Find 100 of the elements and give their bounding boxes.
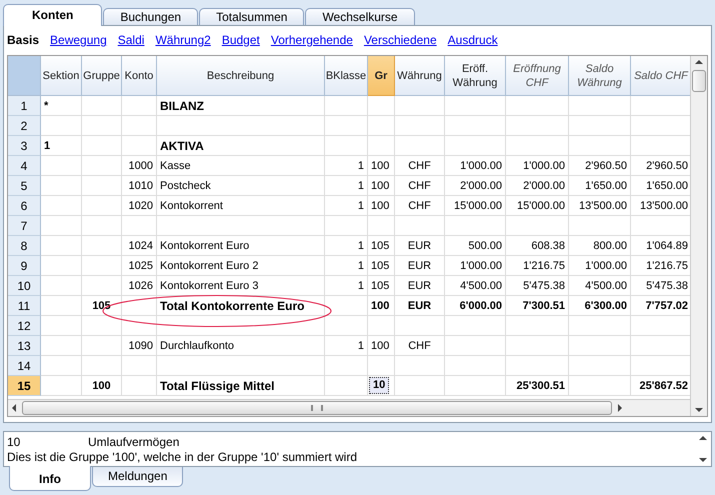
column-header[interactable]: BKlasse	[325, 56, 368, 96]
table-cell: Kontokorrent Euro	[157, 236, 325, 256]
scroll-up-icon[interactable]	[699, 436, 707, 440]
table-cell	[506, 316, 569, 336]
table-cell	[82, 316, 122, 336]
column-header[interactable]: Gr	[368, 56, 395, 96]
scroll-right-icon[interactable]	[618, 404, 622, 412]
view-link[interactable]: Verschiedene	[364, 33, 437, 47]
view-link[interactable]: Bewegung	[50, 33, 107, 47]
table-cell	[82, 176, 122, 196]
table-cell: 25'300.51	[506, 376, 569, 396]
table-cell: 1	[325, 256, 368, 276]
row-number[interactable]: 7	[8, 216, 41, 236]
table-cell: 105	[82, 296, 122, 316]
table-cell: Total Flüssige Mittel	[157, 376, 325, 396]
tab[interactable]: Buchungen	[103, 8, 198, 25]
table-cell	[41, 116, 82, 136]
column-header[interactable]: Konto	[122, 56, 157, 96]
table-cell: 500.00	[445, 236, 506, 256]
table-cell: 1024	[122, 236, 157, 256]
tab[interactable]: Wechselkurse	[305, 8, 415, 25]
column-header[interactable]: Saldo Währung	[569, 56, 631, 96]
row-number[interactable]: 5	[8, 176, 41, 196]
table-cell: 4'500.00	[569, 276, 631, 296]
table-cell	[41, 276, 82, 296]
column-header[interactable]: Eröffnung CHF	[506, 56, 569, 96]
row-number[interactable]: 14	[8, 356, 41, 376]
column-header[interactable]: Beschreibung	[157, 56, 325, 96]
group-description: Umlaufvermögen	[88, 435, 180, 450]
table-cell: Kontokorrent Euro 3	[157, 276, 325, 296]
row-number[interactable]: 3	[8, 136, 41, 156]
tab[interactable]: Meldungen	[92, 467, 184, 487]
table-cell: 2'000.00	[445, 176, 506, 196]
table-cell	[82, 276, 122, 296]
row-number[interactable]: 13	[8, 336, 41, 356]
row-number[interactable]: 6	[8, 196, 41, 216]
table-cell	[445, 96, 506, 116]
row-number[interactable]: 12	[8, 316, 41, 336]
tab[interactable]: Info	[9, 466, 91, 491]
table-cell: 1010	[122, 176, 157, 196]
view-link[interactable]: Saldi	[118, 33, 144, 47]
table-cell	[506, 96, 569, 116]
row-number[interactable]: 11	[8, 296, 41, 316]
table-cell	[82, 116, 122, 136]
column-header[interactable]: Eröff. Währung	[445, 56, 506, 96]
table-cell	[41, 376, 82, 396]
table-cell	[41, 196, 82, 216]
row-number[interactable]: 10	[8, 276, 41, 296]
row-number[interactable]: 9	[8, 256, 41, 276]
table-cell	[368, 96, 395, 116]
table-cell: Durchlaufkonto	[157, 336, 325, 356]
view-link[interactable]: Vorhergehende	[270, 33, 353, 47]
scroll-thumb[interactable]	[692, 70, 706, 92]
column-header[interactable]: Gruppe	[82, 56, 122, 96]
scroll-down-icon[interactable]	[695, 408, 703, 412]
table-cell: 1	[325, 176, 368, 196]
table-cell: Kontokorrent	[157, 196, 325, 216]
row-number[interactable]: 4	[8, 156, 41, 176]
current-cell[interactable]: 10	[369, 377, 390, 394]
table-cell: 1090	[122, 336, 157, 356]
scroll-thumb[interactable]	[22, 401, 612, 415]
view-link[interactable]: Ausdruck	[448, 33, 498, 47]
scroll-down-icon[interactable]	[699, 458, 707, 462]
row-number[interactable]: 15	[8, 376, 41, 396]
table-cell: 2'960.50	[569, 156, 631, 176]
table-cell: 1	[325, 276, 368, 296]
view-tab[interactable]: Basis	[7, 33, 40, 47]
table-cell: 1	[325, 236, 368, 256]
horizontal-scrollbar[interactable]	[8, 399, 690, 416]
table-cell: 1020	[122, 196, 157, 216]
table-cell: Kontokorrent Euro 2	[157, 256, 325, 276]
corner-cell	[8, 56, 41, 96]
row-number[interactable]: 1	[8, 96, 41, 116]
table-cell	[41, 216, 82, 236]
view-link[interactable]: Währung2	[155, 33, 211, 47]
table-cell: 1	[325, 336, 368, 356]
table-cell: 100	[82, 376, 122, 396]
scroll-left-icon[interactable]	[12, 404, 16, 412]
table-cell: 1'000.00	[445, 156, 506, 176]
table-cell: EUR	[395, 236, 445, 256]
table-cell	[41, 176, 82, 196]
table-cell	[325, 116, 368, 136]
tab[interactable]: Totalsummen	[199, 8, 304, 25]
table-cell: 100	[368, 176, 395, 196]
table-cell: 100	[368, 196, 395, 216]
column-header[interactable]: Sektion	[41, 56, 82, 96]
table-cell	[445, 116, 506, 136]
table-cell	[41, 356, 82, 376]
table-cell	[41, 296, 82, 316]
tab[interactable]: Konten	[3, 4, 102, 26]
vertical-scrollbar[interactable]	[690, 56, 707, 416]
column-header[interactable]: Saldo CHF	[631, 56, 690, 96]
row-number[interactable]: 8	[8, 236, 41, 256]
column-header[interactable]: Währung	[395, 56, 445, 96]
table-cell: 1026	[122, 276, 157, 296]
table-cell: EUR	[395, 276, 445, 296]
row-number[interactable]: 2	[8, 116, 41, 136]
scroll-up-icon[interactable]	[695, 60, 703, 64]
view-link[interactable]: Budget	[222, 33, 260, 47]
table-cell	[82, 356, 122, 376]
